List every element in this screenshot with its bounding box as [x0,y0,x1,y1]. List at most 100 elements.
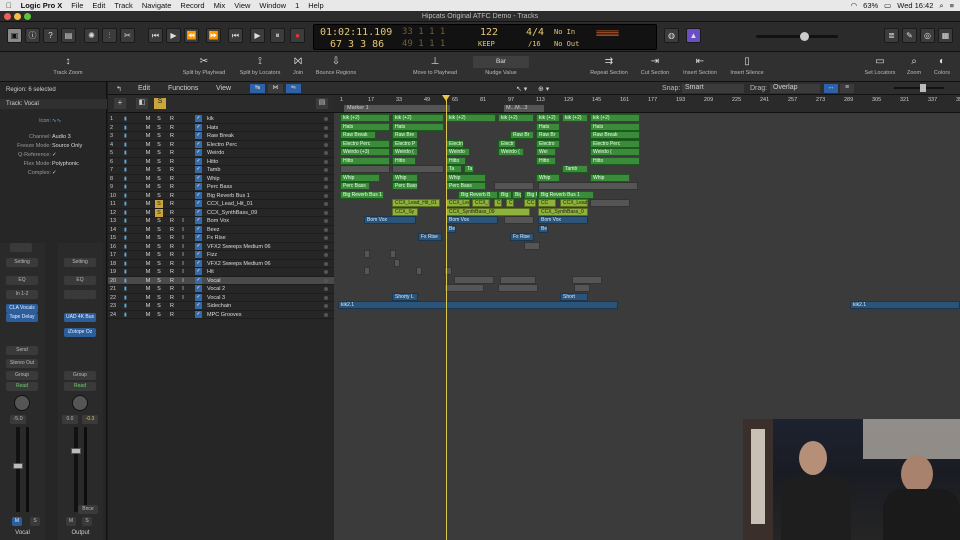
play-button[interactable]: ▶ [250,28,265,43]
lcd-time-signature[interactable]: 4/4 [526,27,544,38]
master-volume-slider[interactable] [756,32,838,41]
track-name[interactable]: Vocal 3 [207,294,225,302]
fast-forward-button[interactable]: ⏩ [206,28,221,43]
track-record-button[interactable]: R [168,115,176,123]
mute-button[interactable]: M [66,517,76,526]
setting-button[interactable]: Setting [64,258,96,267]
output-slot[interactable]: Stereo Out [6,359,38,368]
menu-1[interactable]: 1 [295,1,299,10]
track-plugin-icon[interactable]: ✓ [195,293,202,301]
link-icon[interactable]: ⇋ [286,84,301,93]
track-mute-button[interactable]: M [144,200,152,208]
track-mute-button[interactable]: M [144,294,152,302]
region[interactable]: Hats [590,122,640,131]
track-solo-button[interactable]: S [155,294,163,302]
automation-mode[interactable]: Read [64,382,96,391]
region[interactable]: Whip [392,173,418,182]
region[interactable] [364,250,370,258]
track-input-monitor-button[interactable]: I [179,268,187,276]
region[interactable] [538,182,638,190]
track-plugin-icon[interactable]: ✓ [195,285,202,292]
split-by-locators-tool[interactable]: ⟟ Split by Locators [234,56,286,76]
region[interactable]: CCX_Lea [446,199,470,207]
region[interactable]: Electro Perc [340,139,390,148]
track-row[interactable]: 9 ▮ M S R ✓ Perc Bass [108,183,334,192]
track-mute-button[interactable]: M [144,115,152,123]
track-inspector-header[interactable]: Track: Vocal [0,99,107,109]
track-height-icon[interactable]: ≡ [840,84,854,93]
peak-readout[interactable]: -0.3 [82,415,98,424]
pan-knob[interactable] [72,395,88,411]
track-solo-button[interactable]: S [155,132,163,140]
region[interactable]: Bom Vox [538,216,588,224]
region[interactable]: Perc Bass [340,182,370,190]
region[interactable]: Weirdo ( [392,148,418,156]
track-name[interactable]: CCX_SynthBass_09 [207,209,257,217]
waveform-zoom-icon[interactable]: ↔ [824,84,838,93]
menu-file[interactable]: File [71,1,83,10]
region[interactable] [524,241,540,250]
view-menu[interactable]: View [216,85,231,92]
solo-button[interactable]: S [82,517,92,526]
track-name[interactable]: Hitto [207,158,218,166]
track-name[interactable]: Tamb [207,166,220,174]
wifi-icon[interactable]: ◠ [851,1,858,10]
track-record-button[interactable]: R [168,260,176,268]
track-plugin-icon[interactable]: ✓ [195,166,202,173]
region[interactable]: Bom Vox [364,216,416,224]
region[interactable]: CCX_Le [472,199,490,207]
track-solo-button[interactable]: S [155,158,163,166]
track-mute-button[interactable]: M [144,175,152,183]
track-mute-button[interactable]: M [144,226,152,234]
track-mute-button[interactable]: M [144,209,152,217]
pause-button[interactable]: ⏸ [270,28,285,43]
plugin-slot[interactable]: UAD 4K Bus [64,313,96,322]
track-solo-button[interactable]: S [155,260,163,268]
track-row[interactable]: 8 ▮ M S R ✓ Whip [108,174,334,183]
region[interactable] [364,267,370,275]
track-plugin-icon[interactable]: ✓ [195,259,202,267]
track-name[interactable]: Beez [207,226,220,234]
track-row[interactable]: 20 ▮ M S R I ✓ Vocal [108,276,334,285]
notepad-icon[interactable]: ✎ [902,28,917,43]
browser-icon[interactable]: ▦ [938,28,953,43]
track-mute-button[interactable]: M [144,158,152,166]
waveform-icon[interactable]: ∿∿ [52,116,61,126]
apple-icon[interactable]:  [6,1,12,10]
fast-rewind-button[interactable]: ⏪ [184,28,199,43]
flex-icon[interactable]: ⋈ [268,84,283,93]
track-row[interactable]: 7 ▮ M S R ✓ Tamb [108,166,334,175]
track-mute-button[interactable]: M [144,302,152,310]
region[interactable] [392,165,444,173]
region[interactable]: Perc Bass [392,182,418,190]
volume-fader[interactable] [13,463,23,469]
track-plugin-icon[interactable]: ✓ [195,276,202,284]
duplicate-track-icon[interactable]: ◧ [136,98,148,109]
pointer-tool[interactable]: ↖ ▾ [516,85,527,93]
region[interactable]: kik (+2) [340,114,390,122]
lcd-division[interactable]: /16 [528,40,541,48]
track-list-settings-icon[interactable]: ▤ [316,98,328,109]
region[interactable]: kik (+2) [562,114,588,122]
region[interactable]: CCX_SynthBass_0 [538,207,588,216]
region[interactable]: Electro [536,139,560,148]
track-solo-button[interactable]: S [155,285,163,293]
track-record-button[interactable]: R [168,302,176,310]
track-mute-button[interactable]: M [144,141,152,149]
region[interactable]: Electro Perc [590,139,640,148]
region[interactable]: CC [494,199,502,207]
region[interactable]: Tamb [562,165,588,173]
track-solo-button[interactable]: S [155,243,163,251]
track-solo-button[interactable]: S [155,311,163,319]
menu-mix[interactable]: Mix [214,1,226,10]
region[interactable]: Big Reverb B [458,190,498,199]
region[interactable]: kik (+2) [392,114,444,122]
track-mute-button[interactable]: M [144,124,152,132]
marker-region[interactable]: Marker 1 [344,105,450,112]
track-name[interactable]: VFX2 Sweeps Medium 06 [207,260,271,268]
lcd-tempo[interactable]: 122 [480,27,498,38]
region[interactable]: Hitto [536,156,556,165]
zoom-window-button[interactable] [24,13,31,20]
track-record-button[interactable]: R [168,132,176,140]
track-input-monitor-button[interactable]: I [179,285,187,293]
